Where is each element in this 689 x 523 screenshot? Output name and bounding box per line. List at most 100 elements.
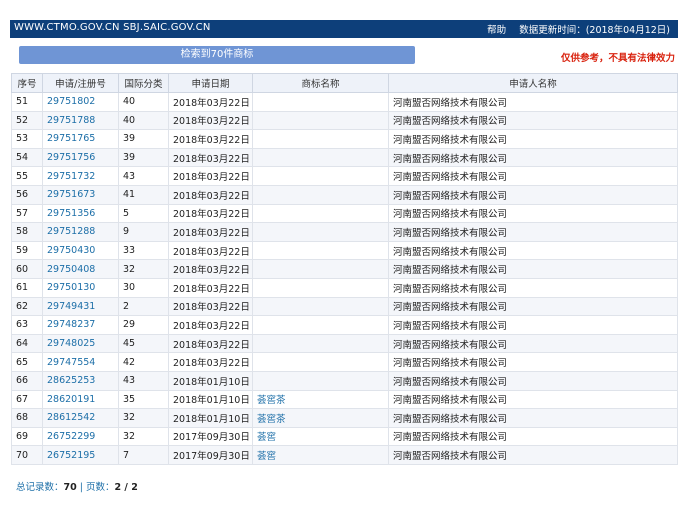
cell-seq: 67 <box>11 389 43 410</box>
cell-reg-no[interactable]: 29750408 <box>42 259 119 279</box>
cell-date: 2018年03月22日 <box>168 110 253 131</box>
cell-mark-name <box>252 315 389 335</box>
cell-applicant: 河南盟否网络技术有限公司 <box>388 277 678 298</box>
header-right: 帮助 数据更新时间：(2018年04月12日) <box>477 22 670 36</box>
cell-mark-name <box>252 222 389 242</box>
trademark-table-container: 序号 申请/注册号 国际分类 申请日期 商标名称 申请人名称 51 2975180… <box>11 73 678 465</box>
pagination-footer: 总记录数：70 | 页数：2 / 2 <box>16 479 138 493</box>
cell-date: 2017年09月30日 <box>168 426 253 447</box>
cell-mark-name <box>252 352 389 372</box>
cell-seq: 68 <box>11 408 43 428</box>
column-header-seq: 序号 <box>11 73 43 93</box>
table-row[interactable]: 52 29751788 40 2018年03月22日 河南盟否网络技术有限公司 <box>11 110 678 131</box>
cell-date: 2018年03月22日 <box>168 296 253 317</box>
cell-reg-no[interactable]: 26752299 <box>42 426 119 447</box>
cell-applicant: 河南盟否网络技术有限公司 <box>388 166 678 186</box>
table-row[interactable]: 58 29751288 9 2018年03月22日 河南盟否网络技术有限公司 <box>11 222 678 242</box>
cell-reg-no[interactable]: 29751356 <box>42 203 119 224</box>
cell-applicant: 河南盟否网络技术有限公司 <box>388 333 678 354</box>
help-link[interactable]: 帮助 <box>487 25 506 36</box>
table-row[interactable]: 65 29747554 42 2018年03月22日 河南盟否网络技术有限公司 <box>11 352 678 372</box>
cell-class: 33 <box>118 240 169 261</box>
cell-date: 2017年09月30日 <box>168 445 253 465</box>
cell-reg-no[interactable]: 29748025 <box>42 333 119 354</box>
cell-date: 2018年03月22日 <box>168 352 253 372</box>
table-row[interactable]: 64 29748025 45 2018年03月22日 河南盟否网络技术有限公司 <box>11 333 678 354</box>
table-row[interactable]: 67 28620191 35 2018年01月10日 荟窖茶 河南盟否网络技术有限公司 <box>11 389 678 410</box>
cell-reg-no[interactable]: 29750430 <box>42 240 119 261</box>
cell-reg-no[interactable]: 29751802 <box>42 92 119 112</box>
cell-applicant: 河南盟否网络技术有限公司 <box>388 110 678 131</box>
table-row[interactable]: 61 29750130 30 2018年03月22日 河南盟否网络技术有限公司 <box>11 277 678 298</box>
table-row[interactable]: 54 29751756 39 2018年03月22日 河南盟否网络技术有限公司 <box>11 147 678 168</box>
cell-applicant: 河南盟否网络技术有限公司 <box>388 352 678 372</box>
cell-applicant: 河南盟否网络技术有限公司 <box>388 184 678 205</box>
cell-reg-no[interactable]: 28612542 <box>42 408 119 428</box>
cell-reg-no[interactable]: 29751673 <box>42 184 119 205</box>
cell-applicant: 河南盟否网络技术有限公司 <box>388 147 678 168</box>
column-header-reg-no: 申请/注册号 <box>42 73 119 93</box>
table-row[interactable]: 69 26752299 32 2017年09月30日 荟窖 河南盟否网络技术有限公司 <box>11 426 678 447</box>
table-row[interactable]: 66 28625253 43 2018年01月10日 河南盟否网络技术有限公司 <box>11 370 678 391</box>
cell-seq: 60 <box>11 259 43 279</box>
cell-mark-name[interactable]: 荟窖 <box>252 426 389 447</box>
table-row[interactable]: 53 29751765 39 2018年03月22日 河南盟否网络技术有限公司 <box>11 129 678 149</box>
cell-mark-name <box>252 92 389 112</box>
cell-mark-name <box>252 147 389 168</box>
table-row[interactable]: 59 29750430 33 2018年03月22日 河南盟否网络技术有限公司 <box>11 240 678 261</box>
cell-applicant: 河南盟否网络技术有限公司 <box>388 296 678 317</box>
cell-class: 7 <box>118 445 169 465</box>
cell-reg-no[interactable]: 29750130 <box>42 277 119 298</box>
table-row[interactable]: 56 29751673 41 2018年03月22日 河南盟否网络技术有限公司 <box>11 184 678 205</box>
cell-date: 2018年03月22日 <box>168 92 253 112</box>
table-row[interactable]: 63 29748237 29 2018年03月22日 河南盟否网络技术有限公司 <box>11 315 678 335</box>
cell-reg-no[interactable]: 29751756 <box>42 147 119 168</box>
site-urls: WWW.CTMO.GOV.CN SBJ.SAIC.GOV.CN <box>14 22 211 33</box>
search-result-count-button[interactable]: 检索到70件商标 <box>19 46 415 64</box>
cell-mark-name <box>252 203 389 224</box>
cell-reg-no[interactable]: 29751765 <box>42 129 119 149</box>
cell-date: 2018年01月10日 <box>168 408 253 428</box>
cell-date: 2018年03月22日 <box>168 277 253 298</box>
cell-date: 2018年03月22日 <box>168 315 253 335</box>
table-body: 51 29751802 40 2018年03月22日 河南盟否网络技术有限公司 52 297… <box>11 92 678 465</box>
cell-reg-no[interactable]: 29751288 <box>42 222 119 242</box>
cell-applicant: 河南盟否网络技术有限公司 <box>388 240 678 261</box>
table-row[interactable]: 70 26752195 7 2017年09月30日 荟窖 河南盟否网络技术有限公司 <box>11 445 678 465</box>
cell-applicant: 河南盟否网络技术有限公司 <box>388 426 678 447</box>
cell-reg-no[interactable]: 29751788 <box>42 110 119 131</box>
table-header-row: 序号 申请/注册号 国际分类 申请日期 商标名称 申请人名称 <box>11 73 678 93</box>
cell-class: 35 <box>118 389 169 410</box>
cell-reg-no[interactable]: 28625253 <box>42 370 119 391</box>
table-row[interactable]: 57 29751356 5 2018年03月22日 河南盟否网络技术有限公司 <box>11 203 678 224</box>
cell-class: 42 <box>118 352 169 372</box>
cell-mark-name[interactable]: 荟窖 <box>252 445 389 465</box>
cell-reg-no[interactable]: 29748237 <box>42 315 119 335</box>
cell-mark-name <box>252 166 389 186</box>
cell-reg-no[interactable]: 29747554 <box>42 352 119 372</box>
column-header-mark-name: 商标名称 <box>252 73 389 93</box>
table-row[interactable]: 55 29751732 43 2018年03月22日 河南盟否网络技术有限公司 <box>11 166 678 186</box>
trademark-results-table: 序号 申请/注册号 国际分类 申请日期 商标名称 申请人名称 51 2975180… <box>11 73 678 465</box>
table-row[interactable]: 60 29750408 32 2018年03月22日 河南盟否网络技术有限公司 <box>11 259 678 279</box>
column-header-date: 申请日期 <box>168 73 253 93</box>
cell-seq: 52 <box>11 110 43 131</box>
cell-applicant: 河南盟否网络技术有限公司 <box>388 92 678 112</box>
column-header-applicant: 申请人名称 <box>388 73 678 93</box>
cell-date: 2018年03月22日 <box>168 333 253 354</box>
cell-reg-no[interactable]: 29749431 <box>42 296 119 317</box>
cell-date: 2018年01月10日 <box>168 370 253 391</box>
cell-seq: 70 <box>11 445 43 465</box>
table-row[interactable]: 51 29751802 40 2018年03月22日 河南盟否网络技术有限公司 <box>11 92 678 112</box>
cell-mark-name <box>252 240 389 261</box>
cell-mark-name[interactable]: 荟窖茶 <box>252 408 389 428</box>
cell-mark-name <box>252 110 389 131</box>
cell-reg-no[interactable]: 26752195 <box>42 445 119 465</box>
cell-mark-name[interactable]: 荟窖茶 <box>252 389 389 410</box>
table-row[interactable]: 62 29749431 2 2018年03月22日 河南盟否网络技术有限公司 <box>11 296 678 317</box>
cell-class: 41 <box>118 184 169 205</box>
table-row[interactable]: 68 28612542 32 2018年01月10日 荟窖茶 河南盟否网络技术有限公司 <box>11 408 678 428</box>
cell-reg-no[interactable]: 28620191 <box>42 389 119 410</box>
cell-reg-no[interactable]: 29751732 <box>42 166 119 186</box>
cell-date: 2018年01月10日 <box>168 389 253 410</box>
